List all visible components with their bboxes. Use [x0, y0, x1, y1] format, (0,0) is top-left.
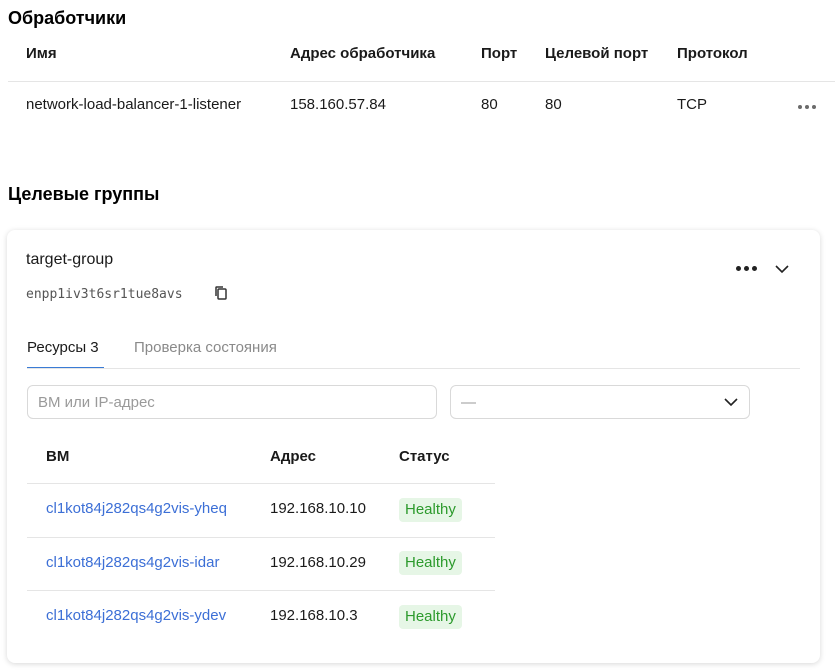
search-placeholder: ВМ или IP-адрес [38, 393, 155, 411]
tab-resources[interactable]: Ресурсы 3 [27, 339, 99, 356]
status-badge: Healthy [399, 551, 462, 575]
target-group-name: target-group [26, 251, 114, 268]
listeners-col-target-port: Целевой порт [545, 45, 649, 62]
listener-name: network-load-balancer-1-listener [26, 96, 242, 113]
target-groups-title: Целевые группы [8, 184, 160, 204]
listener-protocol: TCP [677, 96, 707, 113]
target-group-id: enpp1iv3t6sr1tue8avs [26, 287, 183, 302]
select-chevron-down-icon [724, 398, 738, 407]
resources-col-status: Статус [399, 448, 450, 465]
listeners-col-address: Адрес обработчика [290, 45, 436, 62]
resources-col-address: Адрес [270, 448, 317, 465]
tab-health-check[interactable]: Проверка состояния [134, 339, 277, 356]
row-divider [27, 537, 495, 538]
listeners-col-protocol: Протокол [677, 45, 748, 62]
target-group-card: target-group enpp1iv3t6sr1tue8avs Ресурс… [7, 230, 820, 663]
listener-target-port: 80 [545, 96, 562, 113]
status-badge: Healthy [399, 498, 462, 522]
status-select-value: — [461, 393, 476, 411]
row-divider [27, 590, 495, 591]
search-input[interactable]: ВМ или IP-адрес [27, 385, 437, 419]
vm-address: 192.168.10.29 [270, 554, 366, 571]
status-badge: Healthy [399, 605, 462, 629]
chevron-down-icon[interactable] [774, 261, 790, 277]
target-group-more-icon[interactable] [736, 266, 757, 271]
status-select[interactable]: — [450, 385, 750, 419]
listeners-title: Обработчики [8, 8, 127, 28]
listeners-header-divider [8, 81, 835, 82]
vm-link[interactable]: cl1kot84j282qs4g2vis-yheq [46, 500, 227, 517]
tabs-divider [27, 368, 800, 369]
listener-port: 80 [481, 96, 498, 113]
vm-link[interactable]: cl1kot84j282qs4g2vis-ydev [46, 607, 226, 624]
listeners-col-port: Порт [481, 45, 518, 62]
vm-address: 192.168.10.3 [270, 607, 358, 624]
listener-address: 158.160.57.84 [290, 96, 386, 113]
resources-col-vm: ВМ [46, 448, 70, 465]
vm-link[interactable]: cl1kot84j282qs4g2vis-idar [46, 554, 219, 571]
resources-header-divider [27, 483, 495, 484]
copy-icon[interactable] [213, 285, 229, 301]
vm-address: 192.168.10.10 [270, 500, 366, 517]
listener-more-icon[interactable] [798, 105, 816, 109]
listeners-col-name: Имя [26, 45, 57, 62]
